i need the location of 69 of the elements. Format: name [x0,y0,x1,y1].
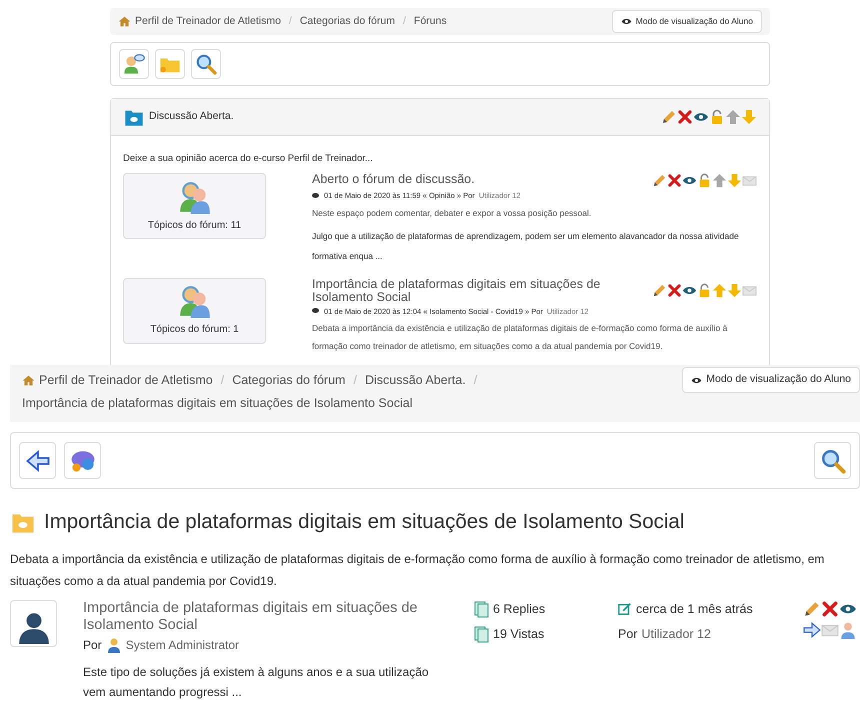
pencil-icon [652,173,667,188]
lock-icon [697,283,712,298]
pencil-icon [661,109,677,125]
forum-description: Debata a importância da existência e utilização de plataformas digitais de e-formação como forma de auxílio à formação como treinador de atletismo, em situações como a da atual pandemia por Covid19. [10,550,826,590]
delete-icon [667,283,682,298]
category-description: Deixe a sua opinião acerca do e-curso Perfil de Treinador... [123,152,374,166]
document-icon [473,600,489,618]
search-button[interactable] [191,49,221,79]
breadcrumb-separator: / [402,14,407,29]
pencil-icon [803,600,821,618]
forum-title[interactable]: Importância de plataformas digitais em situações de Isolamento Social [312,278,636,304]
user-icon [839,620,857,639]
search-icon [195,53,217,75]
breadcrumb-separator: / [220,372,226,389]
delete-icon [821,600,839,618]
back-button[interactable] [19,442,56,479]
document-icon [473,624,489,643]
breadcrumb-separator: / [352,372,358,389]
forum-description: Debata a importância da existência e utilização de plataformas digitais de e-formação como forma de auxílio à formação como treinador de atletismo, em situações como a da atual pandemia por Covid19. [312,322,728,353]
down-arrow-icon [741,109,757,125]
delete-icon [667,173,682,188]
author-link[interactable]: Utilizador 12 [641,624,711,644]
by-label: Por [83,636,102,654]
search-button[interactable] [814,442,851,479]
author-link[interactable]: System Administrator [126,636,240,654]
forum-title[interactable]: Aberto o fórum de discussão. [312,173,475,188]
new-forum-button[interactable] [119,49,149,79]
breadcrumb-link[interactable]: Fóruns [414,14,447,30]
lock-icon [709,109,725,125]
lock-icon [697,173,712,188]
users-chat-icon [178,284,212,318]
breadcrumb-link[interactable]: Perfil de Treinador de Atletismo [39,371,213,390]
breadcrumb-link[interactable]: Perfil de Treinador de Atletismo [135,14,281,30]
student-view-button[interactable]: Modo de visualização do Aluno [612,10,762,33]
forum-description: Neste espaço podem comentar, debater e expor a vossa posição pessoal. [312,206,592,220]
users-chat-icon [178,180,212,214]
topics-count: Tópicos do fórum: 11 [148,218,242,233]
admin-user-icon [106,636,122,654]
back-arrow-icon [26,448,50,472]
search-icon [820,448,846,474]
eye-icon [620,16,632,27]
breadcrumb-link[interactable]: Discussão Aberta. [364,371,466,390]
topics-count: Tópicos do fórum: 1 [150,323,239,337]
by-label: Por [618,626,638,642]
breadcrumb-separator: / [472,372,478,389]
last-post-time: cerca de 1 mês atrás [636,600,753,618]
views-count: 19 Vistas [493,626,544,642]
down-arrow-icon [727,173,742,188]
up-arrow-icon [725,109,741,125]
pencil-icon [652,283,667,298]
home-icon [22,374,35,387]
replies-count: 6 Replies [493,600,546,618]
right-arrow-icon [803,620,821,639]
edit-icon [618,602,632,616]
forum-title: Importância de plataformas digitais em situações de Isolamento Social [44,509,684,535]
breadcrumb-link[interactable]: Categorias do fórum [232,371,346,390]
category-title: Discussão Aberta. [149,109,234,124]
topic-title[interactable]: Importância de plataformas digitais em situações de Isolamento Social [83,600,443,634]
user-chat-icon [123,53,145,75]
breadcrumb-link[interactable]: Categorias do fórum [300,14,395,30]
home-icon [118,15,131,28]
new-topic-button[interactable] [64,442,101,479]
down-arrow-icon [727,283,742,298]
delete-icon [677,109,693,125]
topic-excerpt: Este tipo de soluções já existem à alguns anos e a sua utilização vem aumentando progressi ... [83,664,430,701]
breadcrumb-separator: / [288,14,293,29]
student-view-button[interactable]: Modo de visualização do Aluno [682,367,860,393]
forum-excerpt: Julgo que a utilização de plataformas de aprendizagem, podem ser um elemento alavancador da nossa atividade formativa enqua ... [312,230,740,263]
breadcrumb-link[interactable]: Importância de plataformas digitais em situações de Isolamento Social [22,394,412,412]
